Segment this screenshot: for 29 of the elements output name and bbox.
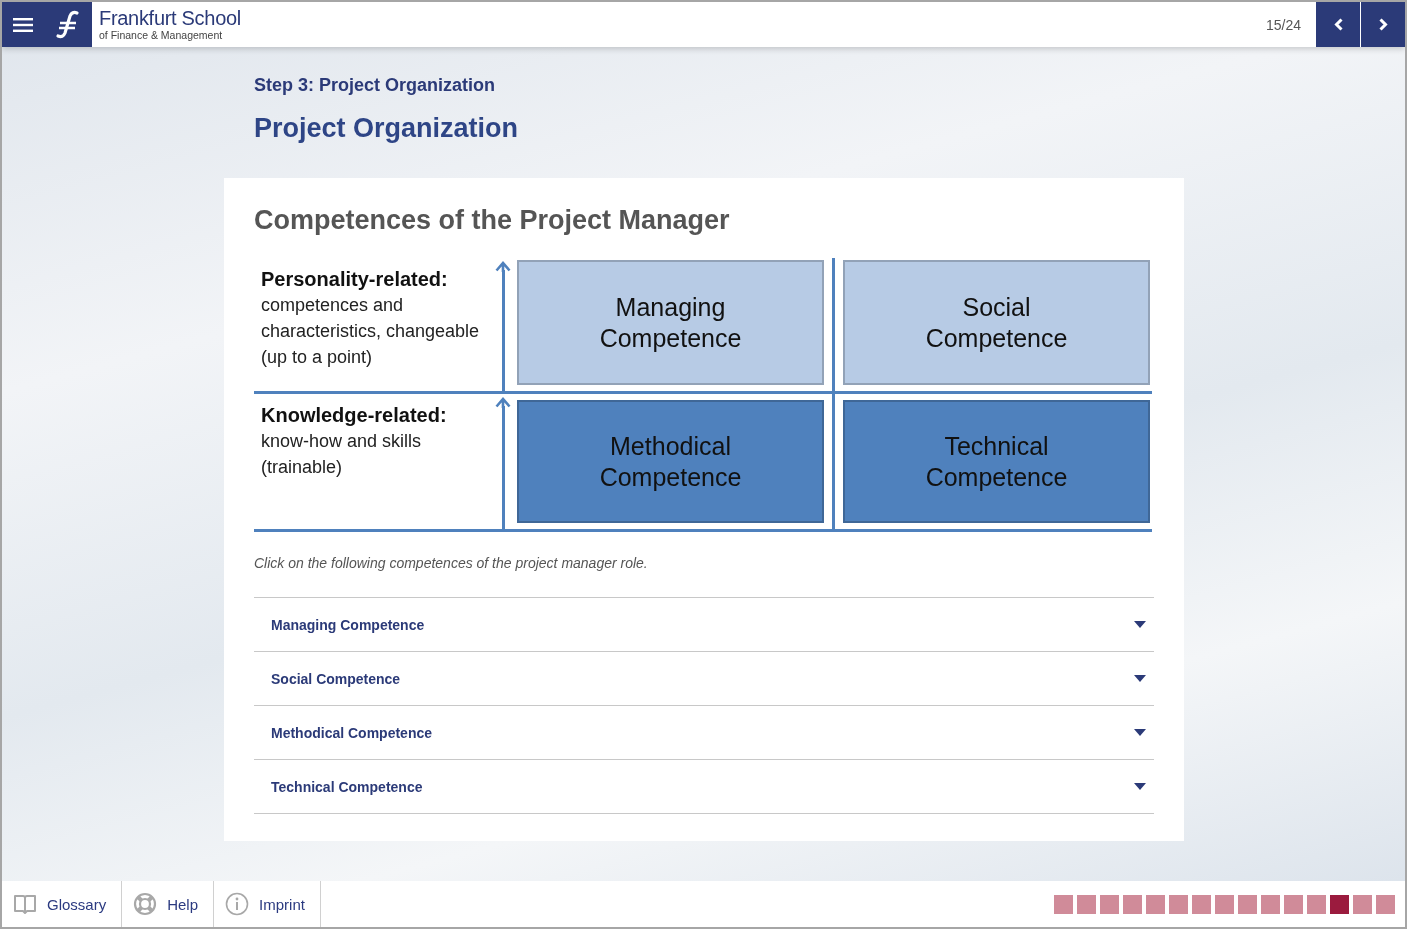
page-counter: 15/24	[1265, 16, 1301, 33]
page-title: Project Organization	[254, 112, 520, 144]
book-icon	[13, 894, 37, 914]
competence-label: Technical Competence	[924, 430, 1069, 493]
category-title: Personality-related:	[261, 267, 449, 292]
info-icon	[225, 892, 250, 916]
instruction-text: Click on the following competences of the project manager role.	[254, 554, 649, 572]
caret-icon	[1134, 675, 1146, 682]
card-heading: Competences of the Project Manager	[254, 204, 731, 236]
competence-label: Managing Competence	[598, 291, 743, 354]
logo-title: Frankfurt School	[99, 7, 241, 29]
next-button[interactable]	[1361, 2, 1405, 47]
menu-button[interactable]	[2, 2, 44, 47]
competence-label: Methodical Competence	[598, 430, 743, 493]
competence-label: Social Competence	[924, 291, 1069, 354]
previous-button[interactable]	[1316, 2, 1360, 47]
progress-square[interactable]	[1330, 894, 1349, 914]
chevron-right-icon	[1378, 18, 1388, 31]
category-description: competences and characteristics, changeable (up to a point)	[261, 294, 481, 369]
lifebuoy-icon	[133, 892, 158, 916]
caret-icon	[1134, 783, 1146, 790]
menu-icon	[13, 17, 33, 32]
category-description: know-how and skills (trainable)	[261, 430, 423, 479]
caret-icon	[1134, 621, 1146, 628]
logo-subtitle: of Finance & Management	[99, 29, 224, 42]
category-title: Knowledge-related:	[261, 403, 448, 428]
caret-icon	[1134, 729, 1146, 736]
chevron-left-icon	[1333, 18, 1343, 31]
step-label: Step 3: Project Organization	[254, 75, 497, 95]
